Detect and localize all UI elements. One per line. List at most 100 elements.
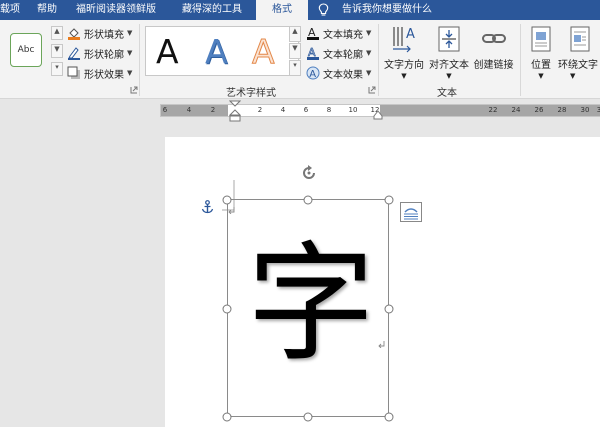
resize-handle-right[interactable]	[384, 304, 394, 314]
text-fill-label: 文本填充	[323, 29, 363, 41]
chevron-down-icon: ▼	[570, 72, 576, 80]
resize-handle-left[interactable]	[222, 304, 232, 314]
wordart-character[interactable]: 字	[241, 220, 381, 390]
chevron-down-icon: ▼	[366, 29, 372, 37]
wordart-sample-orange[interactable]: A	[252, 32, 276, 72]
chevron-down-icon: ▼	[127, 29, 133, 37]
resize-handle-top[interactable]	[303, 195, 313, 205]
ruler-number: 2	[210, 106, 216, 114]
resize-handle-bottom-right[interactable]	[384, 412, 394, 422]
resize-handle-bottom[interactable]	[303, 412, 313, 422]
layout-options-icon[interactable]	[400, 202, 422, 222]
chevron-down-icon: ▼	[127, 49, 133, 57]
tab-format[interactable]: 格式	[256, 0, 308, 20]
dialog-launcher-icon[interactable]	[130, 86, 138, 94]
lightbulb-icon	[318, 3, 329, 16]
shape-style-sample[interactable]: Abc	[10, 33, 42, 67]
shape-fill-button[interactable]: 形状填充 ▼	[67, 25, 132, 41]
dialog-launcher-icon[interactable]	[368, 86, 376, 94]
text-direction-icon: A	[393, 27, 415, 53]
text-fill-icon: A	[307, 26, 319, 40]
svg-text:A: A	[309, 69, 316, 80]
align-text-button[interactable]: 对齐文本 ▼	[428, 24, 470, 81]
text-outline-button[interactable]: A 文本轮廓 ▼	[306, 45, 371, 61]
chevron-down-icon: ▼	[446, 72, 452, 80]
chevron-down-icon: ▼	[401, 72, 407, 80]
wordart-sample-blue[interactable]: A	[205, 32, 228, 72]
resize-handle-bottom-left[interactable]	[222, 412, 232, 422]
resize-handle-top-left[interactable]	[222, 195, 232, 205]
position-label: 位置	[531, 60, 551, 71]
ribbon: Abc ▲ ▼ ▾ 形状填充 ▼ 形状轮廓 ▼ 形状效果 ▼ A A A ▲ ▼ ▾ …	[0, 20, 600, 99]
more-icon: ▾	[293, 61, 297, 69]
wordart-scroll-down[interactable]: ▼	[289, 43, 301, 59]
ruler-number: 26	[534, 106, 544, 114]
chevron-down-icon: ▼	[538, 72, 544, 80]
align-text-label: 对齐文本	[429, 60, 469, 71]
wordart-more[interactable]: ▾	[289, 60, 301, 76]
indent-marker-icon[interactable]	[229, 100, 241, 124]
shape-effects-button[interactable]: 形状效果 ▼	[67, 65, 132, 81]
create-link-label: 创建链接	[473, 60, 514, 71]
rotate-handle-icon[interactable]	[299, 163, 319, 183]
tab-foxit-reader[interactable]: 福昕阅读器领鲜版	[76, 0, 156, 20]
text-effects-button[interactable]: A 文本效果 ▼	[306, 65, 371, 81]
create-link-button[interactable]: 创建链接	[472, 24, 515, 71]
ruler-number: 4	[280, 106, 286, 114]
text-outline-icon: A	[307, 46, 319, 60]
wrap-text-icon	[570, 26, 590, 52]
chevron-down-icon: ▼	[54, 45, 60, 53]
ruler-number: 22	[488, 106, 498, 114]
tab-hidden-tools[interactable]: 藏得深的工具	[182, 0, 242, 20]
link-icon	[481, 34, 506, 43]
group-divider	[520, 24, 521, 96]
anchor-icon[interactable]	[201, 200, 214, 214]
text-outline-label: 文本轮廓	[323, 49, 363, 61]
text-fill-button[interactable]: A 文本填充 ▼	[306, 25, 371, 41]
group-divider	[139, 24, 140, 96]
shape-outline-button[interactable]: 形状轮廓 ▼	[67, 45, 132, 61]
paragraph-mark-icon	[378, 341, 385, 348]
ruler-number: 6	[162, 106, 168, 114]
ruler-margin-left	[161, 105, 228, 116]
text-effects-icon: A	[306, 66, 320, 80]
align-text-icon	[438, 26, 460, 52]
gallery-scroll-down[interactable]: ▼	[51, 44, 63, 58]
gallery-more[interactable]: ▾	[51, 62, 63, 76]
ruler-number: 4	[186, 106, 192, 114]
wordart-scroll-up[interactable]: ▲	[289, 26, 301, 42]
chevron-down-icon: ▼	[366, 69, 372, 77]
shape-effects-icon	[67, 66, 80, 79]
gallery-scroll-up[interactable]: ▲	[51, 26, 63, 40]
ruler-number: 2	[257, 106, 263, 114]
wordart-style-gallery: A A A	[145, 26, 299, 76]
ruler-number: 6	[303, 106, 309, 114]
chevron-down-icon: ▼	[366, 49, 372, 57]
text-effects-label: 文本效果	[323, 69, 363, 81]
right-indent-marker-icon[interactable]	[373, 110, 383, 120]
ruler-number: 10	[348, 106, 358, 114]
chevron-up-icon: ▲	[54, 27, 60, 35]
wordart-sample-plain[interactable]: A	[156, 32, 179, 72]
wrap-text-label: 环绕文字	[558, 60, 598, 71]
text-group-label: 文本	[437, 88, 457, 99]
text-direction-button[interactable]: A 文字方向 ▼	[383, 24, 425, 81]
tab-addins[interactable]: 载项	[0, 0, 20, 20]
chevron-down-icon: ▼	[127, 69, 133, 77]
shape-fill-label: 形状填充	[84, 29, 124, 41]
group-divider	[378, 24, 379, 96]
resize-handle-top-right[interactable]	[384, 195, 394, 205]
tell-me-search[interactable]: 告诉我你想要做什么	[342, 0, 432, 20]
shape-effects-label: 形状效果	[84, 69, 124, 81]
shape-outline-label: 形状轮廓	[84, 49, 124, 61]
wrap-text-button[interactable]: 环绕文字 ▼	[558, 24, 600, 81]
chevron-up-icon: ▲	[292, 27, 298, 35]
paint-bucket-icon	[68, 28, 80, 40]
ruler-number: 28	[557, 106, 567, 114]
ruler-number: 24	[511, 106, 521, 114]
tab-help[interactable]: 帮助	[37, 0, 57, 20]
svg-text:A: A	[406, 27, 415, 42]
pen-outline-icon	[68, 47, 80, 60]
position-icon	[531, 26, 551, 52]
position-button[interactable]: 位置 ▼	[526, 24, 556, 81]
